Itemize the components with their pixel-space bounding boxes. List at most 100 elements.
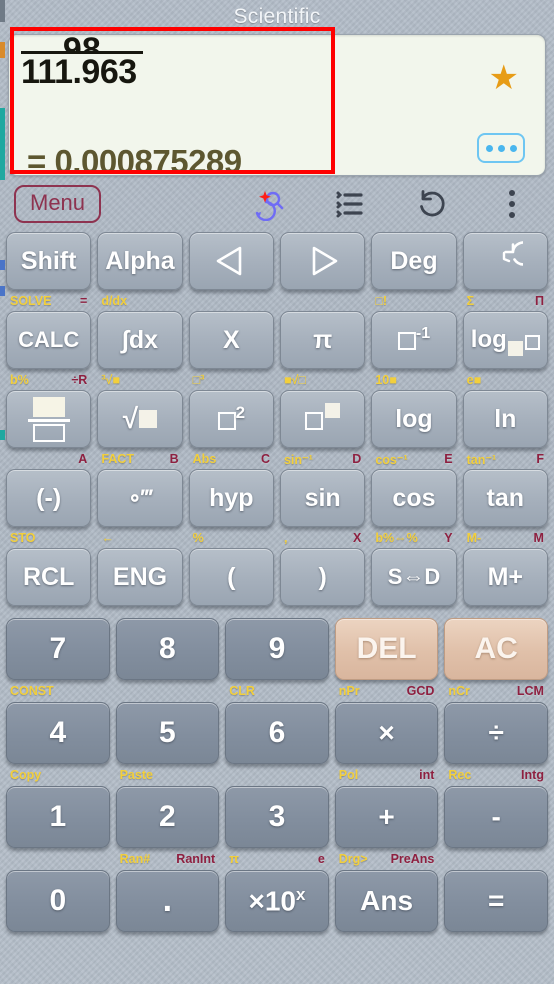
key-degree-minute-second[interactable]: ∘‴: [97, 469, 183, 527]
key-calc[interactable]: CALC: [6, 311, 92, 369]
key-variable-x[interactable]: X: [188, 311, 274, 369]
key-hint: ■√□: [283, 373, 306, 387]
key-hint: [280, 293, 365, 309]
key-hint-row: STO ← % ,X b%⇔% Y M- M: [6, 530, 548, 546]
dot-icon: [497, 144, 505, 152]
key-label: 3: [268, 800, 286, 833]
key-sin[interactable]: sin: [279, 469, 366, 527]
key-s-to-d[interactable]: S⇔D: [371, 548, 457, 606]
log-base-glyph: log: [471, 326, 540, 356]
key-delete[interactable]: DEL: [334, 618, 439, 680]
key-negative[interactable]: (-): [6, 469, 92, 527]
key-label: (-): [36, 483, 62, 512]
key-deg[interactable]: Deg: [371, 232, 457, 290]
key-label: ÷: [488, 717, 504, 748]
toolbar: Menu: [0, 176, 554, 232]
power-glyph: [305, 403, 341, 434]
key-inverse[interactable]: -1: [371, 311, 457, 369]
key-label: cos: [392, 483, 436, 512]
keypad-row: 0 . ×10x Ans =: [6, 870, 548, 932]
key-hint: [116, 683, 220, 699]
key-eng[interactable]: ENG: [97, 548, 183, 606]
key-cos[interactable]: cos: [371, 469, 457, 527]
key-divide[interactable]: ÷: [444, 702, 548, 764]
key-hint: SOLVE =: [10, 294, 88, 308]
edge-sliver-teal: [0, 108, 5, 180]
key-tan[interactable]: tan: [462, 469, 548, 527]
key-hint: CONST: [10, 684, 54, 698]
keypad-row: 7 8 9 DEL AC CONST CLR nPr GCD nCr LCM: [6, 618, 548, 698]
key-times-ten-power[interactable]: ×10x: [225, 870, 329, 932]
list-icon[interactable]: [327, 182, 371, 226]
key-power[interactable]: [279, 390, 366, 448]
key-hint: sin⁻¹ D: [283, 452, 362, 467]
key-square-root[interactable]: √: [97, 390, 183, 448]
inverse-glyph: -1: [397, 325, 430, 354]
key-label: sin: [304, 483, 341, 512]
key-digit-9[interactable]: 9: [225, 618, 329, 680]
edge-sliver-teal-2: [0, 430, 5, 440]
keypad-row: √ 2 log ln A FACT B Abs C sin⁻¹ D cos⁻¹ E ta…: [6, 390, 548, 467]
key-label: 6: [268, 716, 286, 749]
key-paren-open[interactable]: (: [188, 548, 274, 606]
calculator-display[interactable]: 98 111.963 = 0.000875289 ★: [8, 34, 546, 176]
key-hint: Rec Intg: [448, 768, 544, 782]
key-label: π: [313, 325, 333, 354]
key-hyp[interactable]: hyp: [188, 469, 274, 527]
menu-button[interactable]: Menu: [14, 185, 102, 223]
key-memory-plus[interactable]: M+: [462, 548, 548, 606]
key-plus[interactable]: +: [334, 786, 439, 848]
key-equals[interactable]: =: [444, 870, 548, 932]
key-label: Alpha: [105, 246, 175, 275]
key-digit-2[interactable]: 2: [115, 786, 220, 848]
key-alpha[interactable]: Alpha: [97, 232, 183, 290]
key-digit-1[interactable]: 1: [6, 786, 110, 848]
overflow-menu-icon[interactable]: [490, 182, 534, 226]
key-hint: [189, 293, 274, 309]
key-decimal-point[interactable]: .: [115, 870, 220, 932]
key-hint: □!: [375, 294, 388, 308]
times-ten-glyph: ×10x: [248, 884, 306, 917]
key-label: .: [162, 881, 173, 920]
more-options-button[interactable]: [477, 133, 525, 163]
key-digit-6[interactable]: 6: [225, 702, 329, 764]
keypad-row: 1 2 3 + - Ran# RanInt πe Drg> PreAns: [6, 786, 548, 866]
magic-search-icon[interactable]: [246, 182, 290, 226]
key-paren-close[interactable]: ): [279, 548, 366, 606]
key-digit-0[interactable]: 0: [6, 870, 110, 932]
key-hint: Pol int: [338, 768, 435, 782]
key-rcl[interactable]: RCL: [6, 548, 92, 606]
key-hint: Copy: [10, 768, 42, 782]
key-label: hyp: [209, 483, 254, 512]
key-fraction[interactable]: [6, 390, 92, 448]
toolbar-icon-group: [246, 176, 546, 232]
key-history[interactable]: [462, 232, 548, 290]
edge-sliver-dark: [0, 0, 5, 22]
key-digit-8[interactable]: 8: [115, 618, 220, 680]
key-hint: nCr LCM: [448, 684, 544, 698]
key-cursor-left[interactable]: [188, 232, 274, 290]
edge-sliver-blue-2: [0, 286, 5, 296]
key-hint: ΣΠ: [466, 294, 544, 308]
key-digit-4[interactable]: 4: [6, 702, 110, 764]
key-all-clear[interactable]: AC: [444, 618, 548, 680]
key-digit-5[interactable]: 5: [115, 702, 220, 764]
key-log-base[interactable]: log: [462, 311, 548, 369]
keypad-row: (-) ∘‴ hyp sin cos tan STO ← % ,X b%⇔% Y …: [6, 469, 548, 545]
star-icon[interactable]: ★: [489, 61, 519, 95]
key-multiply[interactable]: ×: [334, 702, 439, 764]
key-square[interactable]: 2: [188, 390, 274, 448]
key-digit-3[interactable]: 3: [225, 786, 329, 848]
key-ln[interactable]: ln: [462, 390, 548, 448]
undo-icon[interactable]: [409, 182, 453, 226]
key-shift[interactable]: Shift: [6, 232, 92, 290]
key-minus[interactable]: -: [444, 786, 548, 848]
key-log[interactable]: log: [371, 390, 457, 448]
key-hint: □³: [192, 373, 205, 387]
key-ans[interactable]: Ans: [334, 870, 439, 932]
key-pi[interactable]: π: [279, 311, 366, 369]
key-digit-7[interactable]: 7: [6, 618, 110, 680]
key-cursor-right[interactable]: [279, 232, 366, 290]
keypad-row: CALC ∫dx X π -1 log b% ÷R ³√■ □³ ■√□ 10■ …: [6, 311, 548, 387]
key-integral[interactable]: ∫dx: [97, 311, 183, 369]
